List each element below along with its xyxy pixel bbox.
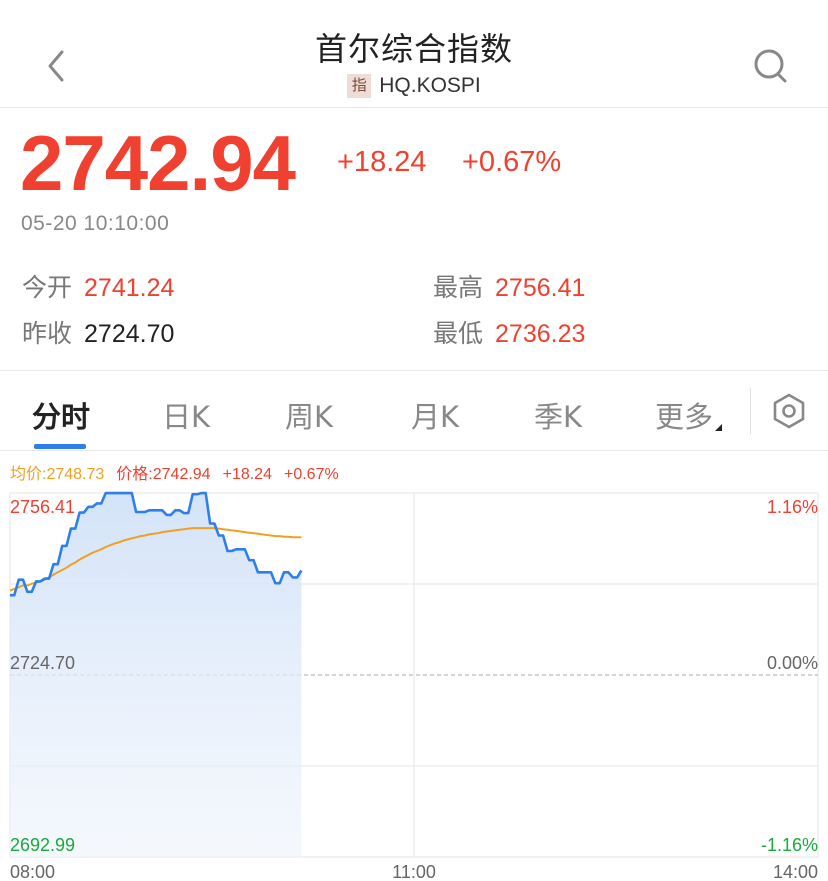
x-label-end: 14:00 — [773, 862, 818, 881]
caret-icon — [715, 424, 723, 431]
active-tab-indicator — [34, 444, 86, 449]
quote-timestamp: 05-20 10:10:00 — [21, 212, 170, 235]
stat-open-value: 2741.24 — [84, 274, 175, 302]
stat-low-label: 最低 — [433, 319, 484, 348]
tab-daily-k[interactable]: 日K — [162, 394, 210, 436]
page-title: 首尔综合指数 — [314, 30, 513, 68]
tab-quarterly-k[interactable]: 季K — [534, 394, 582, 436]
current-price: 2742.94 — [20, 119, 296, 207]
stat-high: 最高 2756.41 — [433, 268, 585, 304]
tab-weekly-k[interactable]: 周K — [285, 394, 333, 436]
y-label-base: 2724.70 — [10, 653, 75, 673]
y-label-high: 2756.41 — [10, 497, 75, 517]
search-button[interactable] — [748, 44, 792, 88]
index-badge: 指 — [347, 74, 372, 98]
stat-prev-close-value: 2724.70 — [84, 320, 175, 348]
y-label-low: 2692.99 — [10, 835, 75, 855]
intraday-chart[interactable]: 2756.41 2724.70 2692.99 1.16% 0.00% -1.16% 08:… — [0, 480, 828, 881]
chart-tabs: 分时 日K 周K 月K 季K 更多 — [0, 372, 828, 450]
price-change-percent: +0.67% — [462, 146, 562, 178]
tab-more-label: 更多 — [655, 400, 714, 434]
index-code: 指 HQ.KOSPI — [0, 74, 828, 98]
stat-low-value: 2736.23 — [495, 320, 586, 348]
stat-open-label: 今开 — [22, 273, 73, 302]
stat-prev-close: 昨收 2724.70 — [22, 314, 174, 350]
x-label-mid: 11:00 — [392, 862, 436, 881]
y-label-low-pct: -1.16% — [761, 835, 818, 855]
tab-more[interactable]: 更多 — [655, 394, 723, 436]
x-label-start: 08:00 — [10, 862, 55, 881]
y-label-high-pct: 1.16% — [767, 497, 818, 517]
chart-settings-button[interactable] — [770, 392, 808, 430]
settings-icon — [773, 393, 805, 429]
tab-intraday[interactable]: 分时 — [32, 394, 90, 436]
price-area — [10, 493, 302, 857]
index-code-text: HQ.KOSPI — [379, 74, 481, 97]
stat-high-label: 最高 — [433, 273, 484, 302]
search-icon — [754, 49, 787, 83]
stat-prev-close-label: 昨收 — [22, 319, 73, 348]
divider — [0, 370, 828, 371]
divider — [0, 450, 828, 451]
tab-monthly-k[interactable]: 月K — [411, 394, 459, 436]
price-change: +18.24 — [337, 146, 427, 178]
stat-low: 最低 2736.23 — [433, 314, 585, 350]
header: 首尔综合指数 指 HQ.KOSPI — [0, 0, 828, 108]
stat-open: 今开 2741.24 — [22, 268, 174, 304]
tab-separator — [750, 388, 751, 434]
y-label-base-pct: 0.00% — [767, 653, 818, 673]
stat-high-value: 2756.41 — [495, 274, 586, 302]
